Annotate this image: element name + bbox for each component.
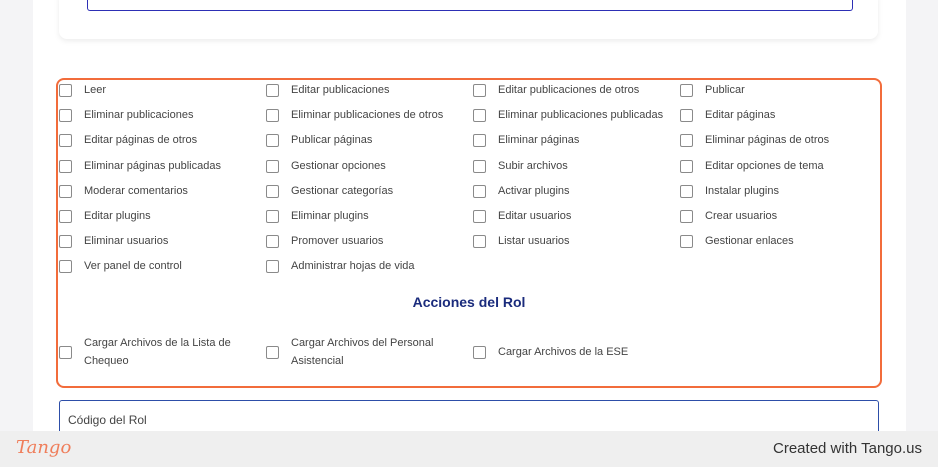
created-with-text: Created with Tango.us	[773, 440, 922, 457]
role-actions-title: Acciones del Rol	[412, 294, 526, 310]
footer: Tango Created with Tango.us	[0, 431, 938, 467]
tango-logo: Tango	[16, 437, 72, 458]
role-code-label: Código del Rol	[68, 413, 147, 427]
checkbox[interactable]	[59, 345, 72, 359]
checkbox[interactable]	[266, 345, 279, 359]
action-personal-asistencial[interactable]: Cargar Archivos del Personal Asistencial	[266, 334, 456, 370]
previous-input[interactable]	[87, 0, 853, 11]
action-label: Cargar Archivos del Personal Asistencial	[291, 337, 434, 367]
action-label: Cargar Archivos de la ESE	[498, 346, 629, 358]
action-ese[interactable]: Cargar Archivos de la ESE	[473, 343, 673, 361]
checkbox[interactable]	[473, 345, 486, 359]
action-label: Cargar Archivos de la Lista de Chequeo	[84, 337, 231, 367]
action-checklist[interactable]: Cargar Archivos de la Lista de Chequeo	[59, 334, 249, 370]
